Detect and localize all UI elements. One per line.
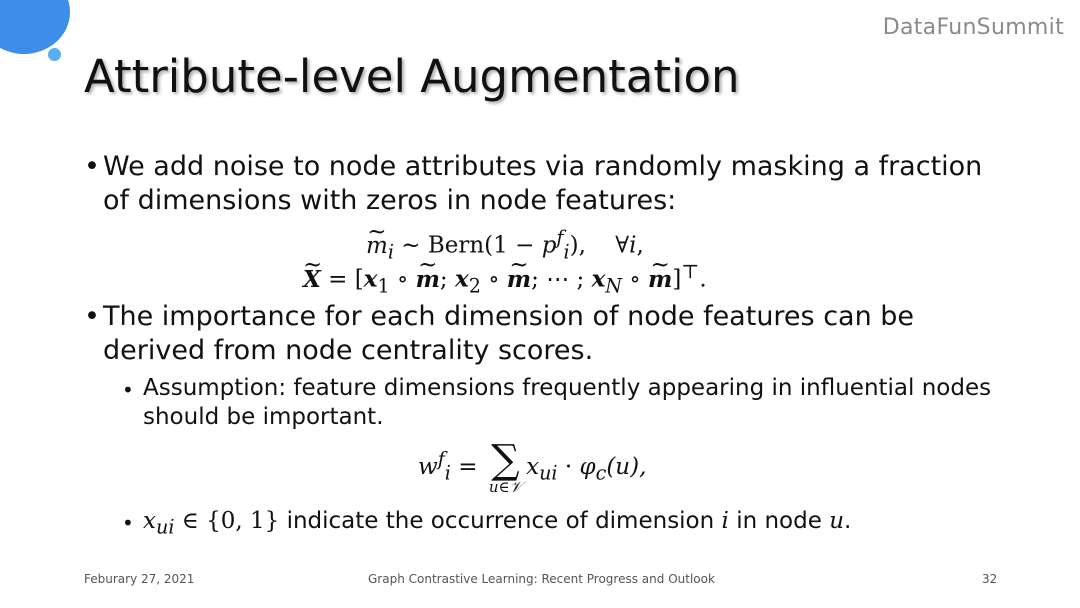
corner-decoration-dot <box>48 48 61 61</box>
summation: ∑ u∈𝒱 <box>489 440 522 496</box>
eq-symbol: m <box>416 252 441 293</box>
eq-operator: ; <box>531 266 547 293</box>
footer-talk-title: Graph Contrastive Learning: Recent Progr… <box>368 572 715 586</box>
sub-bullet-assumption: • Assumption: feature dimensions frequen… <box>122 374 1002 432</box>
eq-spacing <box>586 233 615 259</box>
eq-operator: · <box>557 454 580 480</box>
eq-symbol: (u), <box>606 454 647 480</box>
eq-operator: = <box>450 454 485 480</box>
eq-symbol: w <box>418 454 438 480</box>
eq-operator: ; <box>439 266 455 293</box>
inline-math-set: ∈ {0, 1} <box>174 508 280 534</box>
eq-operator: ), <box>569 232 586 259</box>
eq-operator: ∘ <box>389 266 416 293</box>
eq-operator: , <box>636 232 644 259</box>
bullet-text: We add noise to node attributes via rand… <box>103 151 983 216</box>
equation-mask-distribution: mi ∼ Bern(1 − pfi), ∀i, <box>366 219 644 264</box>
eq-subscript: 2 <box>468 274 481 298</box>
bullet-marker: • <box>84 151 100 182</box>
slide-title: Attribute-level Augmentation <box>84 50 740 103</box>
bullet-text-part: . <box>844 508 852 534</box>
eq-operator: ∀ <box>615 232 630 259</box>
eq-subscript: c <box>595 461 607 485</box>
eq-symbol: p <box>541 232 557 259</box>
eq-operator: . <box>699 266 707 293</box>
eq-symbol: x <box>454 265 469 293</box>
bullet-marker: • <box>84 301 100 332</box>
bullet-text: The importance for each dimension of nod… <box>103 301 915 366</box>
eq-superscript: ⊤ <box>681 260 700 283</box>
inline-math-symbol: i <box>721 508 729 534</box>
eq-operator: ∘ <box>622 266 648 293</box>
bullet-marker: • <box>122 511 134 535</box>
eq-subscript: 1 <box>377 274 390 298</box>
eq-symbol: φ <box>579 454 596 480</box>
eq-operator: ⋯ <box>546 266 570 293</box>
footer-date: Feburary 27, 2021 <box>84 572 195 586</box>
eq-operator: ; <box>569 266 592 293</box>
eq-symbol: x <box>526 454 540 480</box>
equation-masked-features: X = [x1 ∘ m; x2 ∘ m; ⋯ ; xN ∘ m]⊤. <box>303 252 707 298</box>
bullet-dimension-importance: • The importance for each dimension of n… <box>84 300 1004 368</box>
corner-decoration-circle <box>0 0 70 54</box>
bullet-marker: • <box>122 378 134 402</box>
bullet-text: xui ∈ {0, 1} indicate the occurrence of … <box>122 507 1002 542</box>
inline-math-symbol: x <box>143 508 156 534</box>
brand-logo-text: DataFunSummit <box>882 15 1064 40</box>
eq-symbol: m <box>648 252 673 293</box>
eq-operator: ∘ <box>480 266 507 293</box>
eq-operator: = [ <box>320 266 364 293</box>
bullet-text-part: indicate the occurrence of dimension <box>279 508 722 534</box>
inline-math-symbol: u <box>829 508 845 534</box>
eq-symbol: X <box>303 252 321 293</box>
eq-subscript: N <box>605 274 623 298</box>
eq-symbol: x <box>591 265 606 293</box>
bullet-text-part: in node <box>728 508 830 534</box>
footer-page-number: 32 <box>982 572 998 586</box>
sub-bullet-occurrence: • xui ∈ {0, 1} indicate the occurrence o… <box>122 507 1002 542</box>
eq-superscript: f <box>556 226 564 249</box>
eq-symbol: x <box>363 265 378 293</box>
slide: DataFunSummit Attribute-level Augmentati… <box>0 0 1080 608</box>
eq-operator: ] <box>672 266 682 293</box>
eq-symbol: m <box>366 219 388 259</box>
bullet-text: Assumption: feature dimensions frequentl… <box>143 375 992 430</box>
eq-symbol: m <box>507 252 532 293</box>
summation-sign: ∑ <box>491 437 520 483</box>
bullet-noise-masking: • We add noise to node attributes via ra… <box>84 150 984 218</box>
summation-subscript: u∈𝒱 <box>488 478 523 496</box>
inline-math-subscript: ui <box>155 515 175 539</box>
equation-feature-weight: wfi = ∑ u∈𝒱 xui · φc(u), <box>418 440 646 496</box>
eq-subscript: ui <box>539 461 558 485</box>
eq-superscript: f <box>437 447 445 471</box>
